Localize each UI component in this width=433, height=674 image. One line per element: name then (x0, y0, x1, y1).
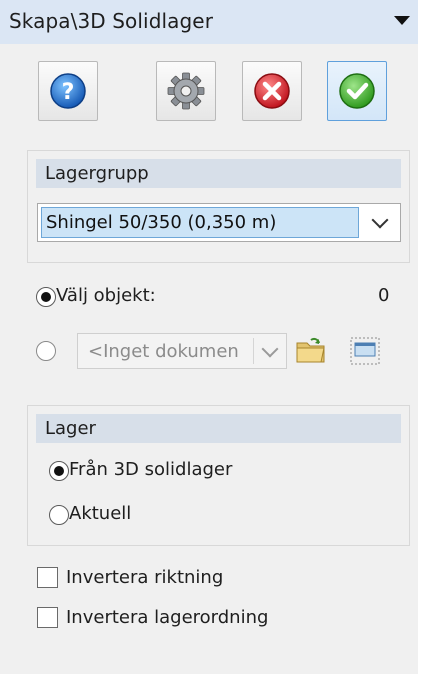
lagergrupp-group: Lagergrupp Shingel 50/350 (0,350 m) (27, 150, 410, 263)
invert-direction-checkbox[interactable] (37, 567, 58, 588)
document-value: <Inget dokumen (88, 341, 239, 362)
chevron-down-icon[interactable] (261, 340, 279, 358)
document-dropdown[interactable]: <Inget dokumen (77, 333, 287, 369)
lagergrupp-header: Lagergrupp (36, 159, 401, 188)
from-solid-layer-label: Från 3D solidlager (69, 459, 233, 480)
select-object-label: Välj objekt: (56, 285, 156, 306)
settings-button[interactable] (156, 61, 216, 121)
panel-title: Skapa\3D Solidlager (9, 9, 214, 33)
window-select-icon (350, 337, 380, 365)
lager-group: Lager Från 3D solidlager Aktuell (27, 405, 410, 546)
dropdown-separator (253, 338, 254, 364)
help-button[interactable]: ? (38, 61, 98, 121)
chevron-down-icon[interactable] (371, 211, 389, 229)
select-window-button[interactable] (348, 334, 382, 368)
properties-panel: Skapa\3D Solidlager ? Lagergrupp Shingel… (0, 0, 418, 674)
select-object-radio[interactable] (36, 287, 56, 307)
from-solid-layer-radio[interactable] (49, 461, 69, 481)
document-radio[interactable] (36, 341, 56, 361)
svg-text:?: ? (62, 80, 75, 105)
dropdown-arrow-icon[interactable] (394, 16, 410, 25)
question-mark-icon: ? (50, 73, 86, 109)
lagergrupp-selected-value: Shingel 50/350 (0,350 m) (41, 207, 359, 238)
invert-order-label: Invertera lagerordning (66, 607, 269, 628)
selected-object-count: 0 (378, 285, 390, 306)
lager-header: Lager (36, 414, 401, 443)
folder-icon (296, 337, 325, 363)
invert-direction-label: Invertera riktning (66, 567, 224, 588)
current-radio[interactable] (49, 505, 69, 525)
invert-order-checkbox[interactable] (37, 607, 58, 628)
panel-title-bar[interactable]: Skapa\3D Solidlager (0, 0, 418, 44)
lagergrupp-dropdown[interactable]: Shingel 50/350 (0,350 m) (37, 203, 401, 242)
cancel-button[interactable] (242, 61, 302, 121)
open-folder-button[interactable] (294, 334, 328, 368)
gear-icon (167, 72, 205, 110)
current-label: Aktuell (69, 503, 132, 524)
red-x-icon (254, 73, 290, 109)
green-check-icon (339, 73, 375, 109)
ok-button[interactable] (327, 61, 387, 121)
